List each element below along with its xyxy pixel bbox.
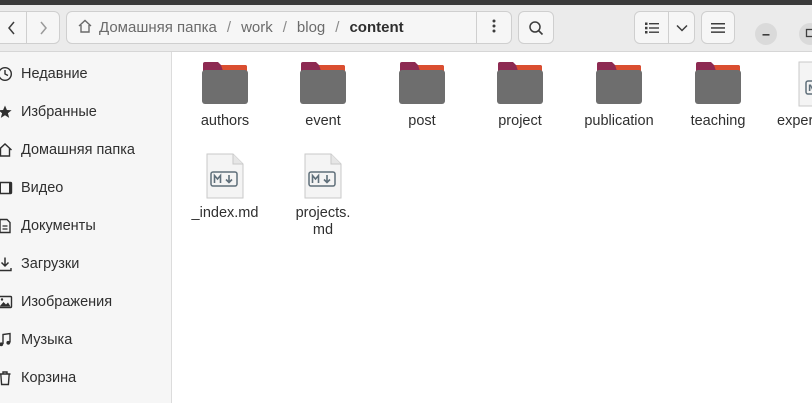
file-item[interactable]: M experi… m <box>765 52 812 130</box>
file-name: experi… m <box>777 113 812 129</box>
chevron-left-icon <box>7 20 17 36</box>
home-icon <box>0 142 13 158</box>
list-view-icon <box>644 22 659 34</box>
markdown-file-icon: M <box>797 61 812 111</box>
sidebar-item-label: Избранные <box>21 104 97 120</box>
video-icon <box>0 180 13 196</box>
folder-icon <box>201 61 249 109</box>
sidebar: Недавние Избранные Домашняя папка Видео … <box>0 52 172 403</box>
path-crumb-blog[interactable]: blog <box>293 19 329 36</box>
sidebar-item-label: Документы <box>21 218 96 234</box>
sidebar-item-label: Корзина <box>21 370 77 386</box>
main-menu-button[interactable] <box>701 11 735 44</box>
file-item[interactable]: _index.md <box>175 144 275 222</box>
folder-icon <box>496 61 544 109</box>
header-bar: Домашняя папка / work / blog / content <box>0 5 812 52</box>
sidebar-item-pictures[interactable]: Изображения <box>0 283 171 321</box>
markdown-file-icon <box>303 153 343 203</box>
back-button[interactable] <box>0 11 28 44</box>
vertical-dots-icon <box>492 19 496 37</box>
view-options-dropdown[interactable] <box>668 11 695 44</box>
path-separator: / <box>282 19 287 36</box>
trash-icon <box>0 370 13 386</box>
minimize-icon <box>761 25 771 43</box>
sidebar-item-music[interactable]: Музыка <box>0 321 171 359</box>
folder-icon <box>398 61 446 109</box>
path-separator: / <box>335 19 340 36</box>
sidebar-item-label: Загрузки <box>21 256 80 272</box>
file-name: post <box>408 113 436 129</box>
path-separator: / <box>226 19 232 36</box>
path-home-label: Домашняя папка <box>99 19 217 36</box>
sidebar-item-home[interactable]: Домашняя папка <box>0 131 171 169</box>
file-name: project <box>498 113 542 129</box>
home-icon <box>77 18 93 38</box>
document-icon <box>0 218 13 234</box>
path-menu-button[interactable] <box>476 12 511 43</box>
file-item[interactable]: projects. md <box>273 144 373 239</box>
search-button[interactable] <box>518 11 554 44</box>
star-icon <box>0 104 13 120</box>
forward-button[interactable] <box>26 11 60 44</box>
file-name: authors <box>200 113 250 129</box>
sidebar-item-videos[interactable]: Видео <box>0 169 171 207</box>
list-view-button[interactable] <box>634 11 669 44</box>
sidebar-item-downloads[interactable]: Загрузки <box>0 245 171 283</box>
path-bar[interactable]: Домашняя папка / work / blog / content <box>66 11 512 44</box>
folder-item[interactable]: teaching <box>668 52 768 130</box>
image-icon <box>0 294 13 310</box>
file-name: projects. md <box>295 205 351 238</box>
music-icon <box>0 332 13 348</box>
folder-item[interactable]: event <box>273 52 373 130</box>
chevron-down-icon <box>675 24 688 32</box>
sidebar-item-label: Недавние <box>21 66 88 82</box>
sidebar-item-label: Музыка <box>21 332 73 348</box>
path-crumb-work[interactable]: work <box>237 19 277 36</box>
sidebar-item-recent[interactable]: Недавние <box>0 55 171 93</box>
file-name: publication <box>584 113 654 129</box>
file-name: teaching <box>690 113 746 129</box>
chevron-right-icon <box>38 20 48 36</box>
folder-item[interactable]: publication <box>569 52 669 130</box>
sidebar-item-starred[interactable]: Избранные <box>0 93 171 131</box>
path-home[interactable]: Домашняя папка <box>77 18 221 38</box>
clock-icon <box>0 66 13 82</box>
sidebar-item-label: Видео <box>21 180 64 196</box>
sidebar-item-label: Домашняя папка <box>21 142 135 158</box>
file-name: event <box>305 113 341 129</box>
sidebar-item-documents[interactable]: Документы <box>0 207 171 245</box>
sidebar-item-label: Изображения <box>21 294 113 310</box>
folder-item[interactable]: authors <box>175 52 275 130</box>
hamburger-icon <box>711 22 725 34</box>
svg-text:M: M <box>808 84 812 94</box>
search-icon <box>528 20 544 36</box>
folder-item[interactable]: project <box>470 52 570 130</box>
folder-icon <box>299 61 347 109</box>
sidebar-item-trash[interactable]: Корзина <box>0 359 171 397</box>
folder-icon <box>694 61 742 109</box>
maximize-icon <box>805 25 812 43</box>
file-grid: authors event post project publication t… <box>172 52 812 403</box>
maximize-button[interactable] <box>799 23 812 45</box>
file-name: _index.md <box>191 205 259 221</box>
download-icon <box>0 256 13 272</box>
folder-item[interactable]: post <box>372 52 472 130</box>
markdown-file-icon <box>205 153 245 203</box>
folder-icon <box>595 61 643 109</box>
minimize-button[interactable] <box>755 23 777 45</box>
path-crumb-current[interactable]: content <box>345 19 407 36</box>
